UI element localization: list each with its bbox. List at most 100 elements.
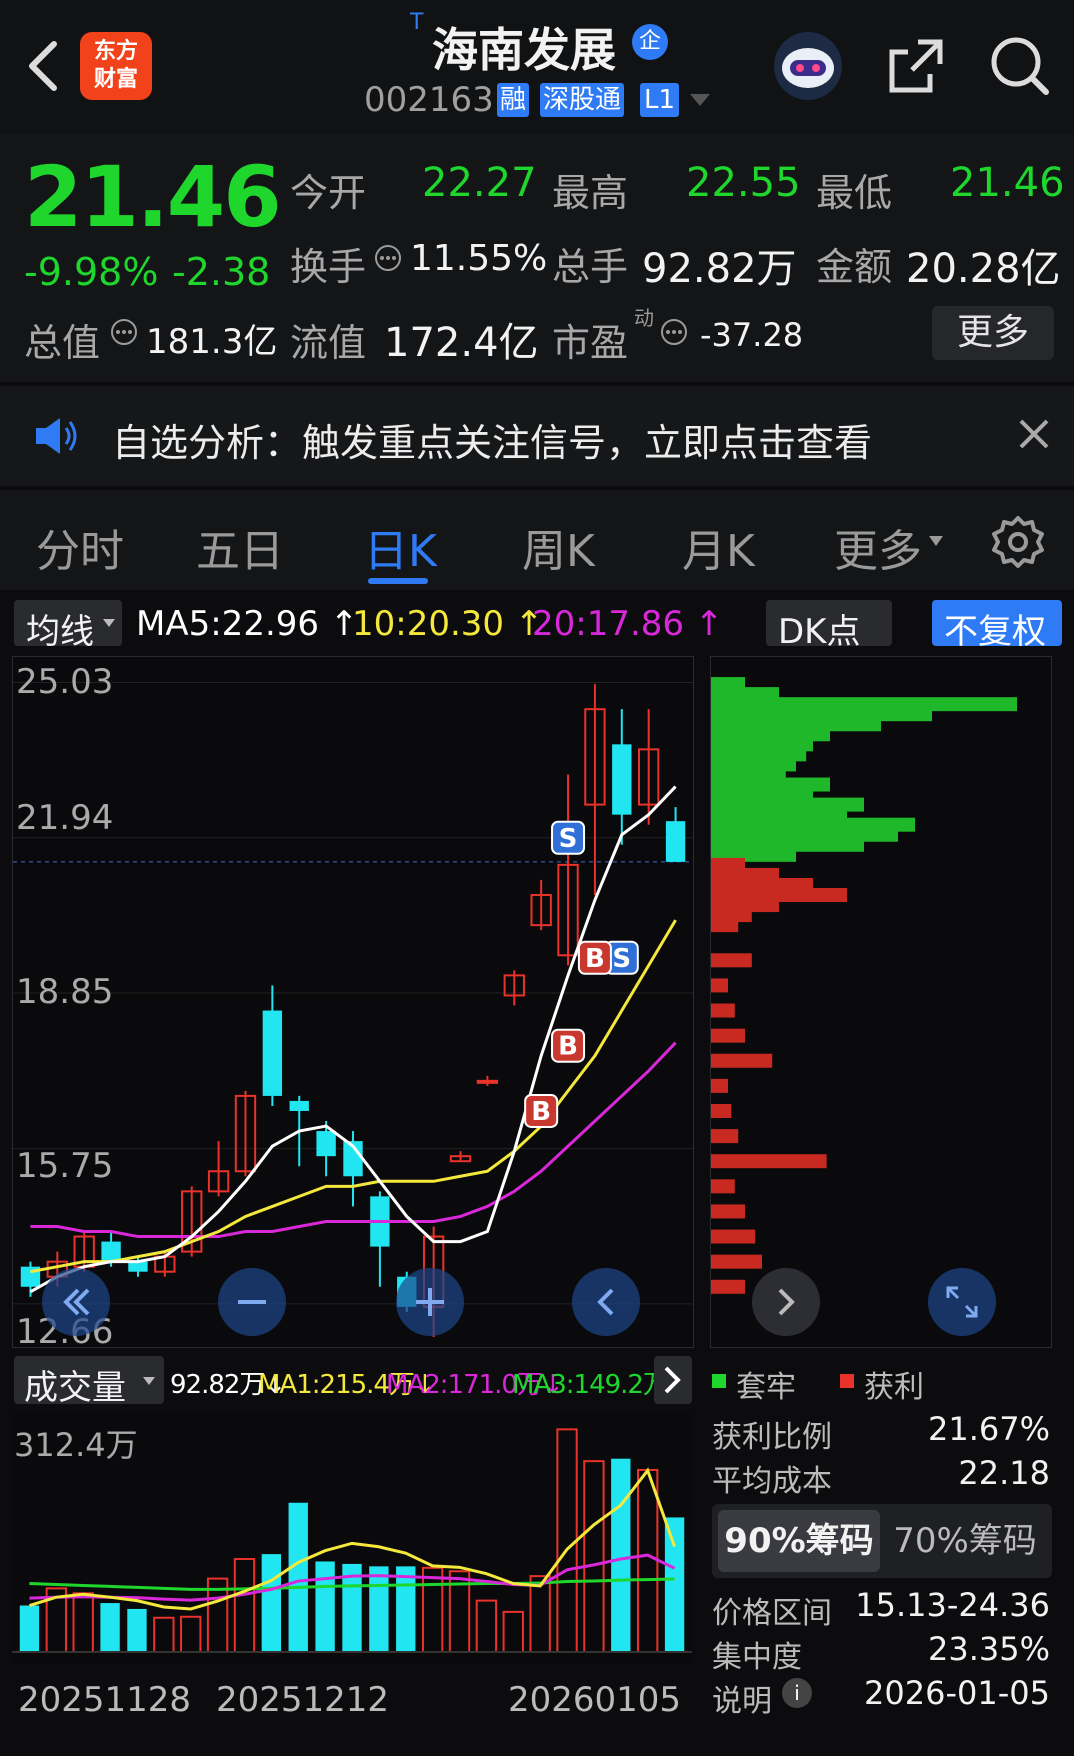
chip-avg-cost-value: 22.18	[958, 1454, 1050, 1492]
legend-trapped-label: 套牢	[736, 1370, 796, 1405]
chip-bar	[711, 1053, 773, 1068]
chip-bar	[711, 1229, 756, 1244]
adjust-button-label: 不复权	[944, 612, 1046, 652]
tag-level-text: L1	[644, 85, 676, 115]
change-percent: -9.98%	[24, 250, 159, 294]
chip-profit-ratio-label: 获利比例	[712, 1420, 832, 1455]
amount-value: 20.28亿	[906, 246, 1061, 292]
more-button[interactable]: 更多	[932, 306, 1054, 360]
info-icon[interactable]: i	[782, 1678, 812, 1708]
chip-tab-90[interactable]: 90%筹码	[718, 1510, 880, 1572]
volume-bar	[261, 1554, 282, 1652]
speaker-icon	[32, 414, 80, 462]
high-value: 22.55	[686, 160, 801, 206]
kline-ytick: 18.85	[16, 972, 114, 1012]
tab-daily-k[interactable]: 日K	[364, 515, 437, 579]
date-label: 20251128	[18, 1680, 192, 1720]
kline-ytick: 21.94	[16, 798, 114, 838]
chip-tab-70[interactable]: 70%筹码	[884, 1510, 1046, 1572]
open-label: 今开	[290, 171, 367, 215]
indicator-dropdown[interactable]: 均线	[14, 600, 122, 652]
high-label: 最高	[552, 171, 629, 215]
volume-bar	[637, 1468, 659, 1654]
enterprise-badge: 企	[632, 24, 668, 60]
robot-icon[interactable]	[772, 30, 844, 102]
info-icon[interactable]	[110, 318, 138, 350]
low-value: 21.46	[950, 160, 1065, 206]
adjust-button[interactable]: 不复权	[932, 600, 1062, 652]
tab-five-day[interactable]: 五日	[196, 515, 284, 579]
ma20-value: 20:17.86 ↑	[532, 604, 724, 644]
chevron-down-icon[interactable]	[688, 92, 712, 112]
scroll-left-fast-button[interactable]	[42, 1268, 110, 1336]
volume-bar	[583, 1460, 605, 1653]
open-value: 22.27	[422, 160, 537, 206]
expand-icon[interactable]	[928, 1268, 996, 1336]
volume-bar	[529, 1575, 551, 1654]
scroll-left-button[interactable]	[572, 1268, 640, 1336]
zoom-out-button[interactable]	[218, 1268, 286, 1336]
candle-body	[289, 1100, 309, 1111]
tab-more[interactable]: 更多	[834, 515, 922, 579]
banner-text: 自选分析：触发重点关注信号，立即点击查看	[112, 421, 873, 465]
tag-connect: 深股通	[540, 83, 625, 117]
info-icon[interactable]	[660, 318, 688, 350]
volume-bar	[664, 1517, 685, 1652]
pe-superscript: 动	[634, 306, 654, 330]
legend-trapped-swatch	[712, 1374, 726, 1388]
legend-profit-swatch	[840, 1374, 854, 1388]
gear-icon[interactable]	[990, 514, 1046, 574]
signal-marker-label: S	[612, 944, 631, 974]
chip-bar	[711, 1078, 728, 1093]
chip-bar	[711, 978, 728, 993]
volume-expand-button[interactable]	[654, 1356, 692, 1404]
caret-down-icon	[928, 532, 944, 551]
chip-note-label: 说明	[712, 1684, 772, 1719]
low-label: 最低	[816, 171, 893, 215]
ma10-value: 10:20.30 ↑	[352, 604, 544, 644]
tab-intraday[interactable]: 分时	[36, 515, 124, 579]
info-icon[interactable]	[374, 244, 402, 276]
chip-bar	[711, 1154, 827, 1169]
more-button-label: 更多	[956, 312, 1029, 353]
close-icon[interactable]	[1018, 418, 1050, 454]
candle-body	[612, 744, 632, 815]
turnover-value: 11.55%	[410, 238, 548, 279]
chip-bar	[711, 1179, 735, 1194]
tab-weekly-k[interactable]: 周K	[522, 515, 595, 579]
chip-bar	[711, 918, 739, 933]
search-icon[interactable]	[988, 34, 1052, 98]
volume-indicator-label: 成交量	[24, 1368, 126, 1408]
signal-marker-label: S	[559, 824, 578, 854]
dk-button[interactable]: DK点	[766, 600, 892, 652]
kline-chart[interactable]: SSBBB	[12, 656, 694, 1348]
chip-avg-cost-label: 平均成本	[712, 1464, 832, 1499]
volume-bar	[72, 1592, 94, 1653]
turnover-label: 换手	[290, 245, 367, 289]
volume-bar	[475, 1599, 498, 1653]
tab-monthly-k[interactable]: 月K	[682, 515, 755, 579]
back-icon[interactable]	[22, 38, 66, 94]
volume-bar	[502, 1610, 524, 1654]
chip-concentration-label: 集中度	[712, 1640, 802, 1675]
candle-body	[128, 1261, 148, 1272]
date-label: 20260105	[508, 1680, 682, 1720]
amount-label: 金额	[816, 245, 893, 289]
date-label: 20251212	[216, 1680, 390, 1720]
tag-level: L1	[640, 83, 680, 117]
chip-bar	[711, 953, 752, 968]
zoom-in-button[interactable]	[396, 1268, 464, 1336]
chip-concentration-value: 23.35%	[927, 1630, 1050, 1668]
volume-value: 92.82万	[642, 246, 797, 292]
volume-indicator-dropdown[interactable]: 成交量	[14, 1356, 164, 1408]
candle-body	[665, 821, 686, 862]
float-value: 172.4亿	[384, 320, 539, 366]
change-amount: -2.38	[172, 250, 271, 294]
share-icon[interactable]	[884, 34, 948, 98]
chip-chart[interactable]	[710, 656, 1052, 1348]
indicator-dropdown-label: 均线	[26, 612, 94, 652]
signal-marker-label: B	[585, 944, 605, 974]
chip-bar	[711, 1028, 745, 1043]
candle-body	[101, 1241, 121, 1262]
chip-scroll-right-button[interactable]	[752, 1268, 820, 1336]
